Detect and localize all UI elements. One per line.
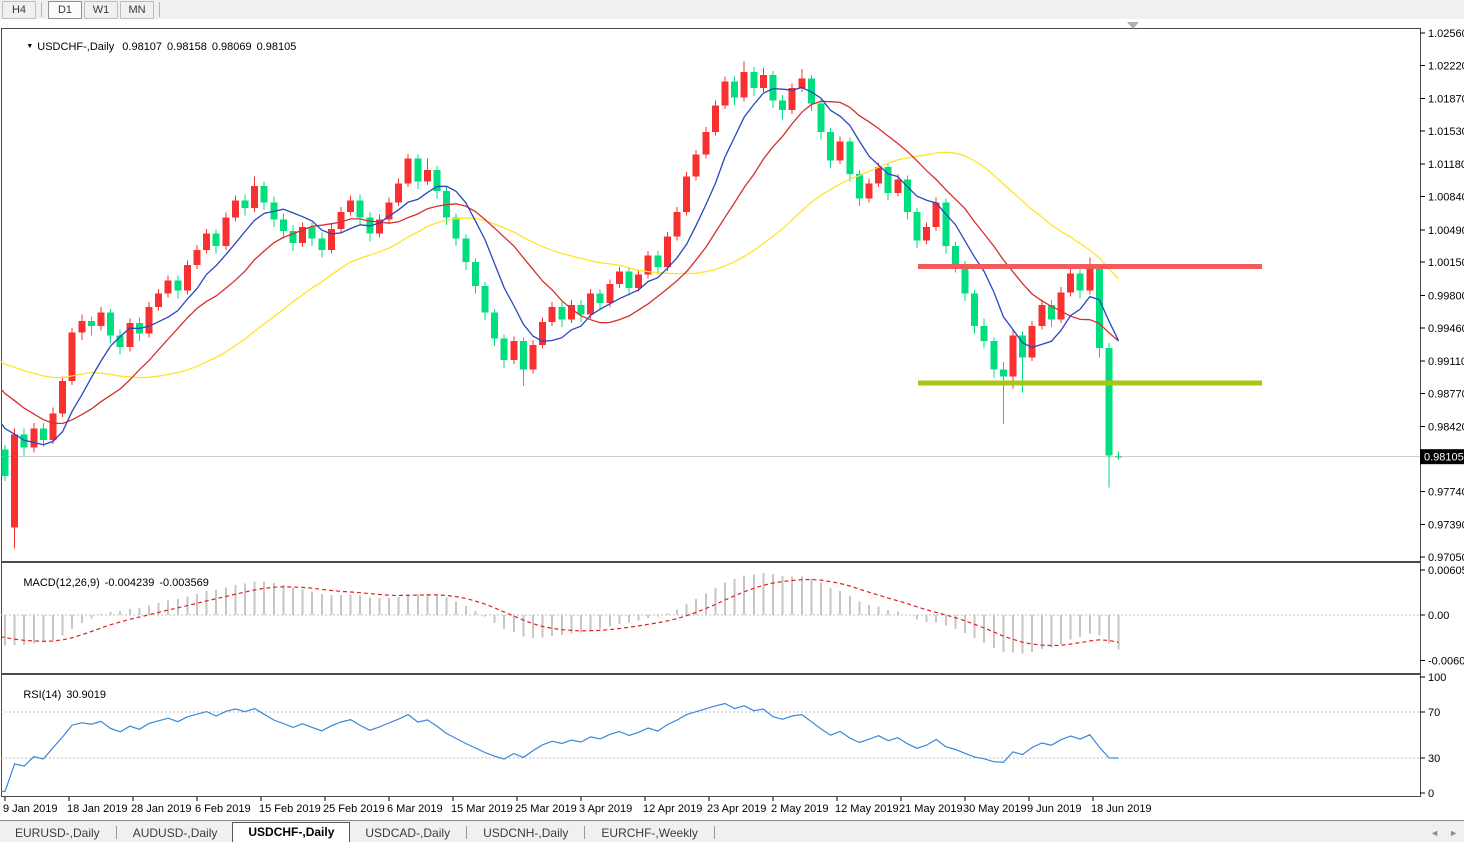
ohlc-open: 0.98107 [122,41,162,53]
price-axis-label: 1.02560 [1428,28,1464,40]
main-chart-panel [2,29,1421,562]
tab-usdcad-daily[interactable]: USDCAD-,Daily [350,825,465,842]
tab-separator [116,826,117,839]
main-chart-title: ▼ USDCHF-,Daily 0.98107 0.98158 0.98069 0.981… [8,29,296,65]
symbol-tab-bar: EURUSD-,DailyAUDUSD-,DailyUSDCHF-,DailyU… [0,820,1464,842]
timeframe-toolbar: H4 D1W1MN [0,0,1464,20]
toolbar-separator [41,2,42,17]
rsi-axis-label: 70 [1428,707,1440,719]
time-axis-label: 15 Mar 2019 [451,803,513,815]
time-axis-label: 6 Mar 2019 [387,803,443,815]
time-axis-label: 6 Feb 2019 [195,803,251,815]
tab-audusd-daily[interactable]: AUDUSD-,Daily [118,825,233,842]
price-axis-label: 0.99800 [1428,290,1464,302]
price-axis-label: 1.02220 [1428,60,1464,72]
macd-indicator-label: MACD(12,26,9) -0.004239 -0.003569 [5,565,209,601]
timeframe-button-w1[interactable]: W1 [84,1,118,19]
price-axis-label: 0.99460 [1428,323,1464,335]
time-axis-label: 2 May 2019 [771,803,828,815]
time-axis-label: 3 Apr 2019 [579,803,632,815]
time-axis-label: 12 May 2019 [835,803,899,815]
macd-axis: 0.006058 0.00 -0.006096 [1420,565,1464,667]
tab-scroll-arrows: ◄ ► [1430,828,1458,838]
time-axis-label: 25 Mar 2019 [515,803,577,815]
time-axis-label: 12 Apr 2019 [643,803,702,815]
time-axis-label: 9 Jun 2019 [1027,803,1081,815]
time-axis[interactable]: 9 Jan 2019 18 Jan 201928 Jan 20196 Feb 20… [3,797,1152,815]
macd-axis-label: -0.006096 [1428,655,1464,667]
price-axis-label: 0.99110 [1428,356,1464,368]
tab-usdcnh-daily[interactable]: USDCNH-,Daily [468,825,583,842]
price-axis-label: 0.97390 [1428,520,1464,532]
tab-scroll-left-icon[interactable]: ◄ [1430,828,1439,838]
current-price-label: 0.98105 [1424,452,1464,464]
timeframe-button-d1[interactable]: D1 [48,1,82,19]
time-axis-label: 28 Jan 2019 [131,803,192,815]
rsi-axis-label: 30 [1428,753,1440,765]
price-axis-label: 1.01870 [1428,94,1464,106]
chart-canvas[interactable]: 1.02560 1.02220 1.01870 1.01530 1.01180 1.008… [0,19,1464,820]
timeframe-button-h4[interactable]: H4 [2,1,36,19]
rsi-value: 30.9019 [66,689,106,701]
macd-name: MACD(12,26,9) [23,577,99,589]
rsi-indicator-label: RSI(14) 30.9019 [5,677,106,713]
time-axis-label: 18 Jun 2019 [1091,803,1152,815]
macd-main-value: -0.004239 [105,577,155,589]
chart-region: 1.02560 1.02220 1.01870 1.01530 1.01180 1.008… [0,19,1464,820]
price-axis-label: 1.00840 [1428,192,1464,204]
time-axis-label: 21 May 2019 [899,803,963,815]
ohlc-low: 0.98069 [212,41,252,53]
price-axis-label: 1.00150 [1428,257,1464,269]
macd-axis-label: 0.006058 [1428,565,1464,577]
macd-axis-label: 0.00 [1428,610,1449,622]
timeframe-button-mn[interactable]: MN [120,1,154,19]
ohlc-close: 0.98105 [257,41,297,53]
price-axis[interactable]: 1.02560 1.02220 1.01870 1.01530 1.01180 1.008… [1420,28,1464,564]
symbol-label: USDCHF-,Daily [37,41,114,53]
price-axis-label: 0.98420 [1428,422,1464,434]
price-axis-label: 1.00490 [1428,225,1464,237]
rsi-panel [2,675,1421,797]
price-axis-label: 0.97050 [1428,552,1464,564]
toolbar-separator [159,2,160,17]
rsi-axis-label: 0 [1428,788,1434,800]
time-axis-label: 30 May 2019 [963,803,1027,815]
price-axis-label: 0.98770 [1428,388,1464,400]
tab-usdchf-daily[interactable]: USDCHF-,Daily [232,822,350,842]
time-axis-label: 15 Feb 2019 [259,803,321,815]
rsi-axis-label: 100 [1428,672,1446,684]
macd-signal-value: -0.003569 [159,577,209,589]
price-axis-label: 1.01530 [1428,126,1464,138]
rsi-name: RSI(14) [23,689,61,701]
tab-separator [584,826,585,839]
rsi-axis: 100 70 30 0 [1420,672,1446,800]
ohlc-high: 0.98158 [167,41,207,53]
tab-scroll-right-icon[interactable]: ► [1449,828,1458,838]
price-axis-label: 1.01180 [1428,159,1464,171]
tab-eurusd-daily[interactable]: EURUSD-,Daily [0,825,115,842]
time-axis-label: 9 Jan 2019 [3,803,57,815]
trading-terminal-window: H4D1W1MN 1.025601.022201.018701.015301.0… [0,0,1464,842]
time-axis-label: 18 Jan 2019 [67,803,128,815]
tab-separator [714,826,715,839]
price-axis-label: 0.97740 [1428,486,1464,498]
symbol-dropdown-icon[interactable]: ▼ [26,43,33,50]
time-axis-label: 25 Feb 2019 [323,803,385,815]
time-axis-label: 23 Apr 2019 [707,803,766,815]
macd-panel [2,563,1421,674]
chart-shift-marker-icon [1127,22,1139,29]
tab-separator [466,826,467,839]
tab-eurchf-weekly[interactable]: EURCHF-,Weekly [586,825,712,842]
